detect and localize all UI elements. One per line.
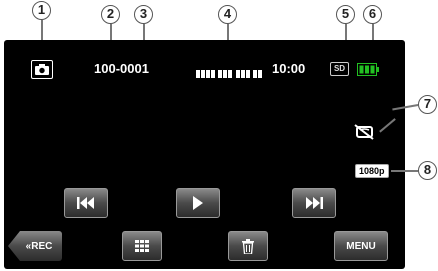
menu-label: MENU [346,240,376,252]
clock-time: 10:00 [272,61,306,76]
callout-1: 1 [32,1,51,20]
file-number-value: 0001 [120,61,149,76]
date-display [196,65,266,78]
callout-5: 5 [336,5,355,24]
menu-button[interactable]: MENU [334,231,388,261]
trash-icon [242,238,254,254]
camera-icon [35,64,49,75]
camera-mode-button[interactable] [31,60,53,79]
delete-button[interactable] [228,231,268,261]
wifi-off-icon [352,124,376,145]
callout-3: 3 [134,5,153,24]
hd-format-badge: 1080p [355,164,389,178]
folder-number: 100 [94,61,116,76]
play-button[interactable] [176,188,220,218]
rec-label: REC [31,240,53,252]
callout-4: 4 [218,5,237,24]
previous-button[interactable] [64,188,108,218]
callout-7: 7 [418,95,437,114]
battery-icon [357,63,379,81]
callout-8: 8 [418,161,437,180]
callout-6: 6 [363,5,382,24]
file-number: 100-0001 [94,61,149,76]
sd-card-icon: SD [330,62,349,76]
play-icon [193,196,203,210]
skip-forward-icon [306,197,323,209]
callout-2: 2 [101,5,120,24]
index-grid-icon [135,240,149,252]
skip-back-icon [77,197,94,209]
next-button[interactable] [292,188,336,218]
index-button[interactable] [122,231,162,261]
